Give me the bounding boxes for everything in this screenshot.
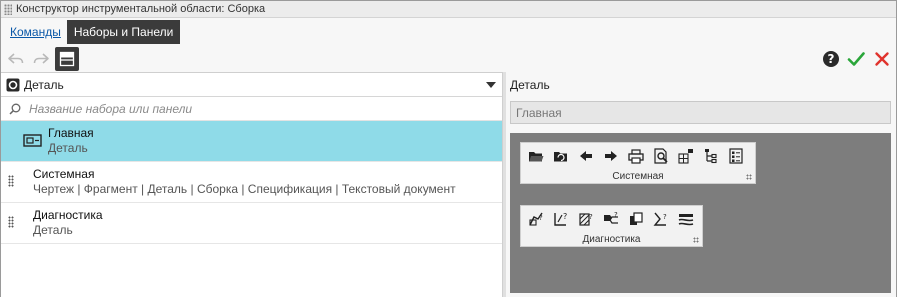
cancel-button[interactable] <box>870 47 894 71</box>
tab-bar: Команды Наборы и Панели <box>1 20 181 44</box>
list-item-diagnostics[interactable]: Диагностика Деталь <box>1 203 502 244</box>
svg-text:?: ? <box>828 52 835 66</box>
diag6-icon[interactable]: ? <box>648 209 673 229</box>
toolbar: ? <box>1 46 896 72</box>
tab-sets-and-panels[interactable]: Наборы и Панели <box>66 20 181 44</box>
sets-panel: Деталь Главная Деталь Системная Чертеж |… <box>1 72 503 297</box>
window-title: Конструктор инструментальной области: Сб… <box>16 3 266 15</box>
undo-icon <box>8 53 24 64</box>
ok-button[interactable] <box>844 47 868 71</box>
sets-list: Главная Деталь Системная Чертеж | Фрагме… <box>1 121 502 244</box>
chevron-down-icon[interactable] <box>486 81 496 88</box>
system-toolbar-panel[interactable]: Системная <box>520 142 756 184</box>
close-icon <box>875 52 889 66</box>
checklist-icon[interactable] <box>723 146 748 166</box>
list-item-main[interactable]: Главная Деталь <box>1 121 502 162</box>
system-panel-title: Системная <box>612 171 664 182</box>
diag2-icon[interactable]: ? <box>548 209 573 229</box>
list-item-name: Главная <box>48 126 94 140</box>
list-item-documents: Чертеж | Фрагмент | Деталь | Сборка | Сп… <box>33 182 456 196</box>
checkmark-icon <box>847 52 865 66</box>
diag4-icon[interactable]: ? <box>598 209 623 229</box>
set-document-label: Деталь <box>510 78 550 92</box>
redo-button[interactable] <box>29 47 53 71</box>
part-icon <box>6 78 20 92</box>
preview-icon[interactable] <box>648 146 673 166</box>
panel-layout-button[interactable] <box>55 47 79 71</box>
print-icon[interactable] <box>623 146 648 166</box>
panel-layout-icon <box>59 51 75 67</box>
set-name-field: Главная <box>510 101 891 124</box>
list-item-documents: Деталь <box>33 223 73 237</box>
svg-text:?: ? <box>614 211 618 219</box>
search-bar <box>1 97 502 121</box>
search-input[interactable] <box>29 101 469 116</box>
panel-preview-area: Системная ? ? ? ? ? Диагностика <box>510 133 891 293</box>
help-icon: ? <box>823 51 839 67</box>
undo-button[interactable] <box>4 47 28 71</box>
diag7-icon[interactable] <box>673 209 698 229</box>
diagnostics-toolbar-panel[interactable]: ? ? ? ? ? Диагностика <box>520 205 703 247</box>
search-icon <box>9 103 21 115</box>
toolbar-panel-icon <box>23 132 43 150</box>
title-bar[interactable]: Конструктор инструментальной области: Сб… <box>1 1 896 18</box>
svg-text:?: ? <box>589 213 593 221</box>
redo-icon <box>33 53 49 64</box>
list-item-name: Системная <box>33 167 95 181</box>
svg-text:?: ? <box>539 214 543 222</box>
help-button[interactable]: ? <box>819 47 843 71</box>
open-folder-icon[interactable] <box>523 146 548 166</box>
diag1-icon[interactable]: ? <box>523 209 548 229</box>
resize-grip-icon[interactable] <box>746 174 752 180</box>
svg-text:?: ? <box>663 213 667 221</box>
tree-icon[interactable] <box>698 146 723 166</box>
drag-handle-icon[interactable] <box>8 216 14 228</box>
svg-text:?: ? <box>563 212 567 221</box>
grid-icon[interactable] <box>673 146 698 166</box>
resize-grip-icon[interactable] <box>693 237 699 243</box>
tab-commands[interactable]: Команды <box>1 20 67 44</box>
list-item-documents: Деталь <box>48 141 88 155</box>
diag3-icon[interactable]: ? <box>573 209 598 229</box>
set-editor: Деталь Главная Системная ? ? ? ? ? Диагн… <box>506 72 896 297</box>
arrow-right-icon[interactable] <box>598 146 623 166</box>
constructor-window: Конструктор инструментальной области: Сб… <box>0 0 897 297</box>
diag5-icon[interactable] <box>623 209 648 229</box>
document-type-value: Деталь <box>24 77 64 92</box>
arrow-left-icon[interactable] <box>573 146 598 166</box>
list-item-system[interactable]: Системная Чертеж | Фрагмент | Деталь | С… <box>1 162 502 203</box>
diagnostics-panel-title: Диагностика <box>582 234 641 245</box>
drag-grip-icon[interactable] <box>4 3 12 15</box>
document-type-select[interactable]: Деталь <box>1 73 502 97</box>
drag-handle-icon[interactable] <box>8 175 14 187</box>
reload-icon[interactable] <box>548 146 573 166</box>
list-item-name: Диагностика <box>33 208 103 222</box>
